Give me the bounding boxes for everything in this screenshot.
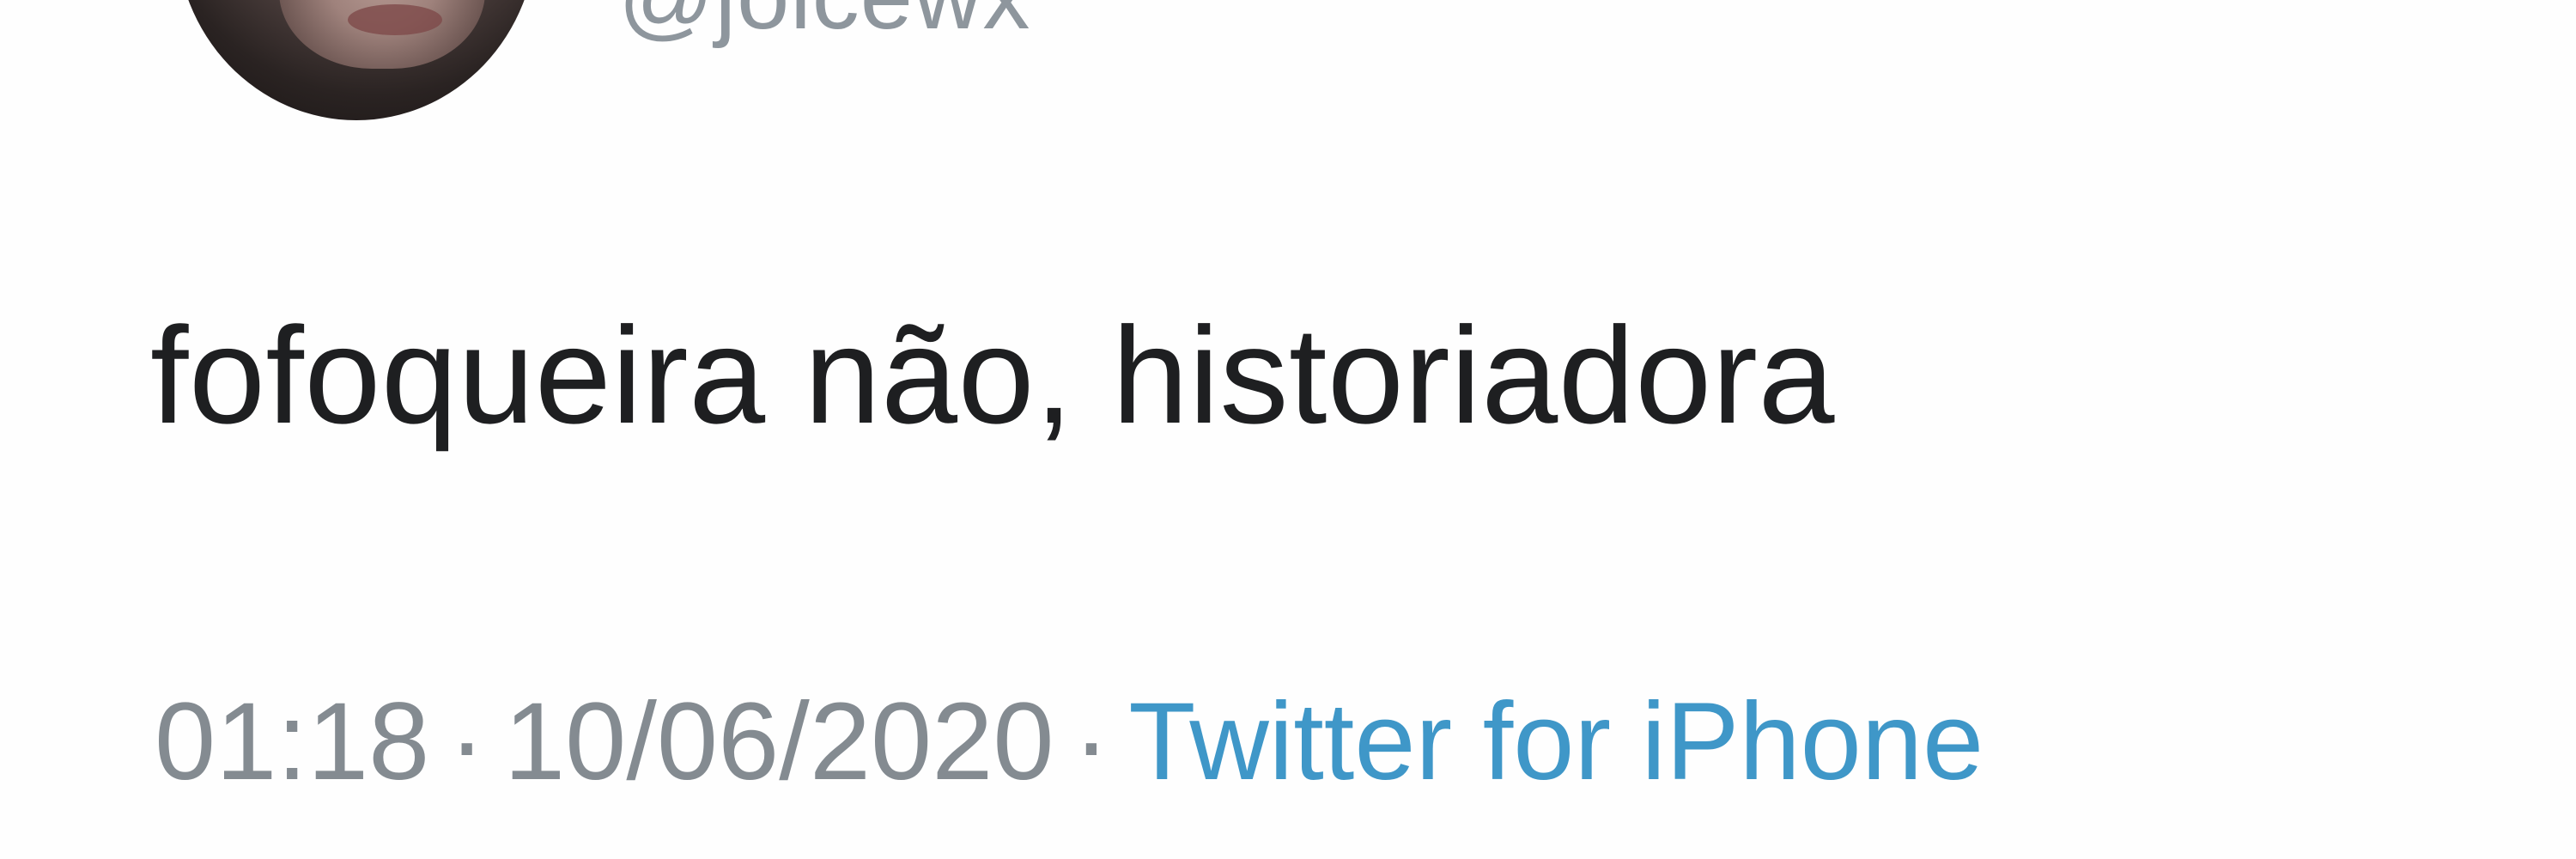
user-handle[interactable]: @joicewx [618, 0, 1030, 51]
avatar[interactable] [176, 0, 537, 120]
tweet-date[interactable]: 10/06/2020 [504, 680, 1054, 803]
tweet-source-link[interactable]: Twitter for iPhone [1128, 680, 1984, 803]
meta-separator: · [1072, 680, 1110, 803]
tweet-metadata: 01:18 · 10/06/2020 · Twitter for iPhone [155, 679, 1984, 805]
meta-separator: · [448, 680, 485, 803]
avatar-lips [348, 4, 442, 35]
tweet-time[interactable]: 01:18 [155, 680, 429, 803]
tweet-card: @joicewx fofoqueira não, historiadora 01… [0, 0, 2576, 859]
tweet-text: fofoqueira não, historiadora [150, 298, 1835, 452]
